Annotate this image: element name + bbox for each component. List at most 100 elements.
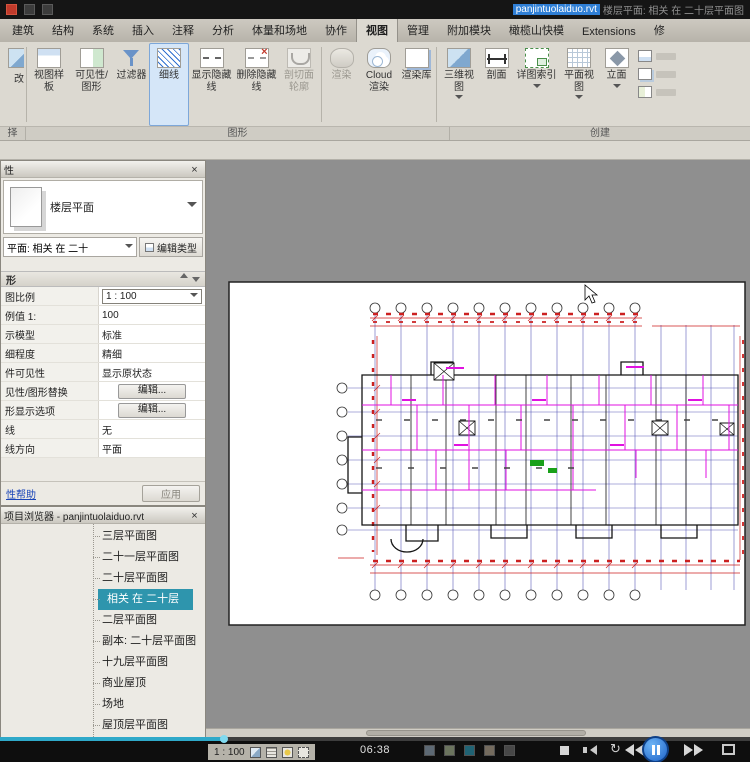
project-browser-caption[interactable]: 项目浏览器 - panjintuolaiduo.rvt × [1,507,205,524]
remove-hidden-lines-button[interactable]: 删除隐藏线 [234,43,279,126]
view-bar-extra-icons [424,745,515,756]
tree-item[interactable]: 二层平面图 [1,610,205,631]
volume-icon[interactable] [583,745,597,755]
view-tree: 三层平面图 二十一层平面图 二十层平面图 相关 在 二十层 二层平面图 副本: … [1,524,205,739]
stop-button[interactable] [560,746,569,755]
group-collapse-icons[interactable] [176,273,200,286]
video-progress-handle[interactable] [220,735,228,743]
apply-button[interactable]: 应用 [142,485,200,502]
type-selector[interactable]: 楼层平面 [3,180,203,234]
video-progress-track[interactable] [0,737,750,741]
close-icon[interactable]: × [187,163,202,176]
crop-view-icon[interactable] [298,747,309,758]
tree-item[interactable]: 副本: 二十层平面图 [1,631,205,652]
edit-button[interactable]: 编辑... [118,384,186,399]
tree-item[interactable]: 十九层平面图 [1,652,205,673]
tab-glodon[interactable]: 橄榄山快模 [500,19,573,42]
legends-button[interactable] [634,85,682,99]
property-value[interactable]: 精细 [99,344,205,362]
property-value[interactable]: 1 : 100 [99,287,205,305]
tree-item[interactable]: 场地 [1,694,205,715]
tab-insert[interactable]: 插入 [123,19,163,42]
visual-style-icon[interactable] [250,747,261,758]
pause-button[interactable] [642,736,669,762]
tab-analyze[interactable]: 分析 [203,19,243,42]
fullscreen-icon[interactable] [722,744,735,755]
property-value: 编辑... [99,401,205,419]
crop-region-icon[interactable] [444,745,455,756]
duplicate-view-button[interactable] [634,67,682,81]
reveal-hidden-icon[interactable] [484,745,495,756]
property-value[interactable]: 标准 [99,325,205,343]
close-icon[interactable]: × [187,509,202,522]
show-hidden-lines-button[interactable]: 显示隐藏线 [189,43,234,126]
property-value[interactable]: 平面 [99,439,205,457]
canvas-horizontal-scrollbar[interactable] [206,728,750,737]
chevron-down-icon[interactable] [192,277,200,286]
analysis-display-icon[interactable] [504,745,515,756]
scrollbar-thumb[interactable] [366,730,586,736]
tab-modify[interactable]: 修 [645,19,674,42]
drafting-view-button[interactable] [634,49,682,63]
window-icon[interactable] [42,4,53,15]
floor-plan-drawing[interactable] [206,160,750,728]
cloud-render-button[interactable]: Cloud 渲染 [359,43,399,126]
callout-button[interactable]: 详图索引 [514,43,559,126]
fast-forward-button[interactable] [684,744,703,756]
tab-structure[interactable]: 结构 [43,19,83,42]
ribbon-tab-bar: 建筑 结构 系统 插入 注释 分析 体量和场地 协作 视图 管理 附加模块 橄榄… [0,19,750,42]
tree-item[interactable]: 商业屋顶 [1,673,205,694]
property-value[interactable]: 显示原状态 [99,363,205,381]
property-row-detail-level: 细程度 精细 [1,344,205,363]
scale-combo[interactable]: 1 : 100 [102,289,202,304]
property-value[interactable]: 100 [99,306,205,324]
graphics-group-header[interactable]: 形 [1,271,205,287]
create-panel-label[interactable]: 创建 [450,127,750,140]
property-value[interactable]: 无 [99,420,205,438]
tab-annotate[interactable]: 注释 [163,19,203,42]
3d-view-button[interactable]: 三维视图 [439,43,479,126]
tree-item[interactable]: 二十层平面图 [1,568,205,589]
tree-item[interactable]: 屋顶层平面图 [1,715,205,736]
replay-icon[interactable] [610,741,621,757]
visibility-graphics-icon [80,48,104,68]
render-teapot-icon [330,48,354,68]
temporary-hide-icon[interactable] [464,745,475,756]
elevation-button[interactable]: 立面 [599,43,634,126]
chevron-up-icon[interactable] [180,271,188,278]
drawing-area[interactable] [206,160,750,728]
section-button[interactable]: 剖面 [479,43,514,126]
tab-manage[interactable]: 管理 [398,19,438,42]
chevron-down-icon[interactable] [187,202,197,212]
properties-caption[interactable]: 性 × [1,161,205,178]
tab-extensions[interactable]: Extensions [573,22,645,42]
shadows-icon[interactable] [424,745,435,756]
graphics-panel-label[interactable]: 图形 [26,127,450,140]
render-gallery-button[interactable]: 渲染库 [399,43,434,126]
filters-button[interactable]: 过滤器 [114,43,149,126]
tab-systems[interactable]: 系统 [83,19,123,42]
visibility-graphics-button[interactable]: 可见性/图形 [69,43,114,126]
modify-button-clipped[interactable]: 改 [0,43,24,126]
tree-item-selected[interactable]: 相关 在 二十层 [1,589,205,610]
duplicate-view-icon [638,68,652,80]
plan-view-button[interactable]: 平面视图 [559,43,599,126]
tree-item[interactable]: 三层平面图 [1,526,205,547]
edit-button[interactable]: 编辑... [118,403,186,418]
detail-level-icon[interactable] [266,747,277,758]
scale-indicator[interactable]: 1 : 100 [214,747,245,758]
property-label: 细程度 [1,344,99,362]
properties-help-link[interactable]: 性帮助 [6,486,36,501]
instance-selector[interactable]: 平面: 相关 在 二十 [3,237,137,257]
sun-path-icon[interactable] [282,747,293,758]
edit-type-button[interactable]: 编辑类型 [139,237,203,257]
tab-collaborate[interactable]: 协作 [316,19,356,42]
tab-massing-site[interactable]: 体量和场地 [243,19,316,42]
view-template-button[interactable]: 视图样板 [29,43,69,126]
tab-addins[interactable]: 附加模块 [438,19,500,42]
thin-lines-button[interactable]: 细线 [149,43,189,126]
tab-architecture[interactable]: 建筑 [3,19,43,42]
tree-item[interactable]: 二十一层平面图 [1,547,205,568]
menu-icon[interactable] [24,4,35,15]
tab-view[interactable]: 视图 [356,19,398,42]
